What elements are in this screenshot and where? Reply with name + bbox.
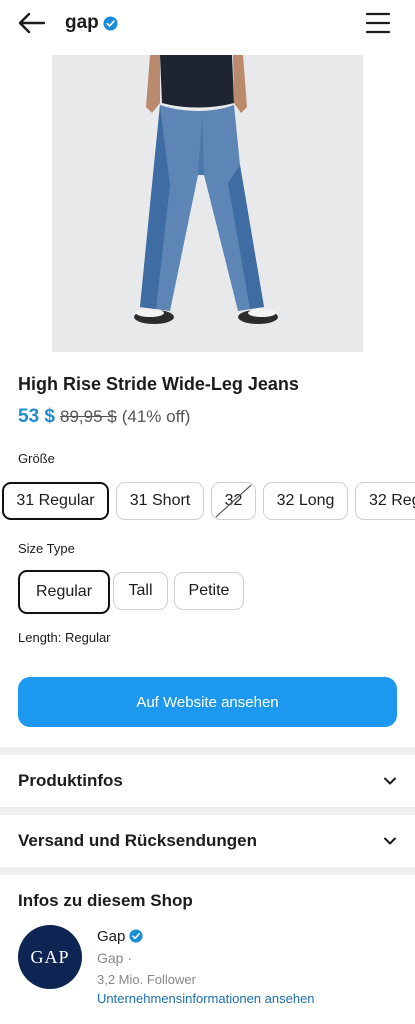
verified-badge-icon bbox=[129, 929, 144, 944]
size-option-label: 31 Short bbox=[129, 492, 191, 509]
size-option-32-regular[interactable]: 32 Reg bbox=[355, 482, 415, 520]
size-type-option-label: Regular bbox=[35, 583, 93, 600]
discount-label: (41% off) bbox=[121, 407, 191, 426]
brand-header[interactable]: gap bbox=[65, 12, 118, 34]
size-option-label: 32 Reg bbox=[369, 492, 415, 509]
size-type-label: Size Type bbox=[18, 541, 75, 556]
brand-name[interactable]: gap bbox=[65, 12, 99, 34]
top-bar: gap bbox=[0, 0, 415, 48]
size-option-32-long[interactable]: 32 Long bbox=[263, 482, 348, 520]
verified-badge-icon bbox=[103, 15, 118, 31]
section-divider bbox=[0, 867, 415, 875]
size-type-tall[interactable]: Tall bbox=[113, 572, 168, 610]
size-option-31-short[interactable]: 31 Short bbox=[116, 482, 204, 520]
current-price: 53 $ bbox=[18, 406, 55, 427]
chevron-down-icon bbox=[382, 833, 398, 849]
size-option-31-regular[interactable]: 31 Regular bbox=[2, 482, 109, 520]
hamburger-menu-icon[interactable] bbox=[364, 9, 392, 37]
size-option-label: 32 Long bbox=[276, 492, 335, 509]
back-arrow-icon[interactable] bbox=[16, 9, 48, 37]
shop-info-heading: Infos zu diesem Shop bbox=[18, 891, 193, 910]
size-option-label: 31 Regular bbox=[16, 492, 95, 509]
shop-logo-text: GAP bbox=[30, 946, 70, 967]
accordion-product-info[interactable]: Produktinfos bbox=[0, 755, 415, 807]
cta-label: Auf Website ansehen bbox=[136, 693, 279, 711]
original-price: 89,95 $ bbox=[59, 407, 117, 426]
shop-name-row[interactable]: Gap bbox=[97, 928, 144, 945]
size-type-option-label: Petite bbox=[188, 582, 230, 599]
unavailable-strike-icon bbox=[215, 484, 252, 518]
price-row: 53 $ 89,95 $ (41% off) bbox=[18, 406, 190, 428]
accordion-shipping-returns[interactable]: Versand und Rücksendungen bbox=[0, 815, 415, 867]
shop-name[interactable]: Gap bbox=[97, 928, 125, 945]
size-type-petite[interactable]: Petite bbox=[174, 572, 244, 610]
shop-followers: 3,2 Mio. Follower bbox=[97, 972, 196, 987]
accordion-label: Versand und Rücksendungen bbox=[18, 831, 257, 850]
length-text: Length: Regular bbox=[18, 630, 111, 645]
size-type-option-label: Tall bbox=[128, 582, 153, 599]
shop-subtitle: Gap · bbox=[97, 950, 133, 966]
view-on-website-button[interactable]: Auf Website ansehen bbox=[18, 677, 397, 727]
shop-logo[interactable]: GAP bbox=[18, 925, 82, 989]
section-divider bbox=[0, 807, 415, 815]
size-option-32-unavailable[interactable]: 32 bbox=[211, 482, 256, 520]
size-label: Größe bbox=[18, 451, 55, 466]
chevron-down-icon bbox=[382, 773, 398, 789]
product-title: High Rise Stride Wide-Leg Jeans bbox=[18, 374, 299, 394]
company-info-link[interactable]: Unternehmensinformationen ansehen bbox=[97, 991, 315, 1006]
section-divider bbox=[0, 747, 415, 755]
size-type-regular[interactable]: Regular bbox=[18, 570, 110, 614]
accordion-label: Produktinfos bbox=[18, 771, 123, 790]
product-image[interactable] bbox=[52, 55, 363, 352]
